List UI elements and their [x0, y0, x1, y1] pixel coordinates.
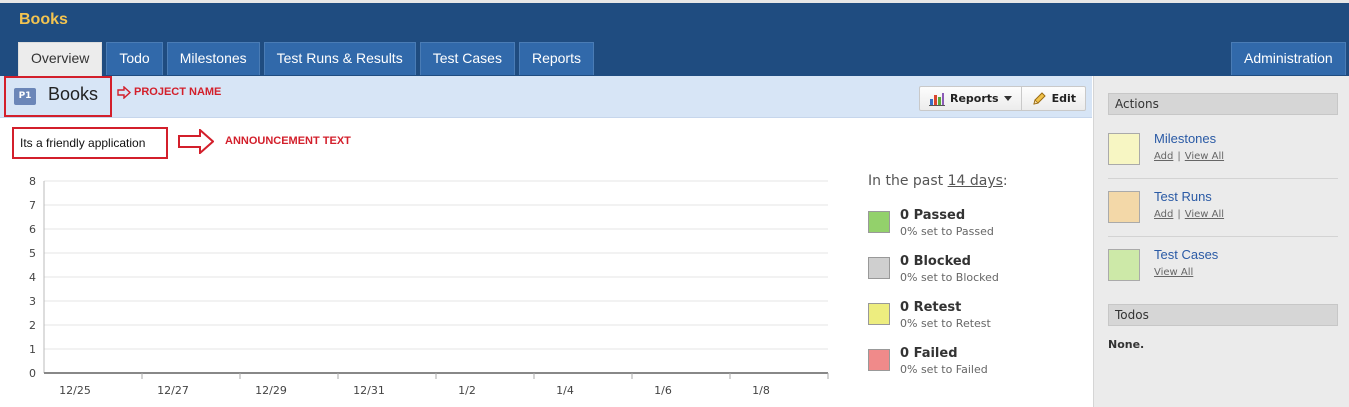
- legend-days-link[interactable]: 14 days: [948, 173, 1003, 189]
- y-tick-label: 6: [29, 223, 36, 236]
- legend-item-sub: 0% set to Blocked: [900, 271, 999, 284]
- status-swatch: [868, 349, 890, 371]
- reports-button-label: Reports: [950, 92, 999, 105]
- edit-button[interactable]: Edit: [1020, 87, 1085, 110]
- activity-chart: 0 1 2 3 4 5 6 7 8 12/25 12/27 12/29 12/31 1/2 1/4 1/6 1/…: [29, 175, 829, 397]
- test-runs-add-link[interactable]: Add: [1154, 209, 1173, 220]
- project-badge: P1: [14, 88, 36, 105]
- todos-empty-text: None.: [1108, 338, 1145, 351]
- app-title[interactable]: Books: [19, 11, 68, 29]
- test-runs-links: Add | View All: [1154, 209, 1224, 220]
- legend-item-sub: 0% set to Passed: [900, 225, 994, 238]
- y-tick-label: 7: [29, 199, 36, 212]
- milestones-swatch: [1108, 133, 1140, 165]
- status-swatch: [868, 211, 890, 233]
- sidebar: Actions Milestones Add | View All Test Run…: [1093, 76, 1349, 407]
- legend-item-sub: 0% set to Failed: [900, 363, 988, 376]
- legend-item-blocked: 0 Blocked 0% set to Blocked: [868, 254, 1068, 297]
- test-cases-view-all-link[interactable]: View All: [1154, 267, 1193, 278]
- reports-button[interactable]: Reports: [920, 87, 1021, 110]
- x-tick-label: 12/27: [157, 384, 189, 397]
- announcement-text: Its a friendly application: [20, 136, 146, 150]
- status-swatch: [868, 303, 890, 325]
- legend-item-title: 0 Blocked: [900, 254, 971, 269]
- bar-chart-icon: [929, 92, 945, 106]
- test-cases-swatch: [1108, 249, 1140, 281]
- link-separator: |: [1177, 151, 1181, 162]
- top-header: Books Overview Todo Milestones Test Runs…: [0, 0, 1349, 76]
- link-separator: |: [1177, 209, 1181, 220]
- legend-heading-suffix: :: [1002, 173, 1008, 189]
- legend-item-title: 0 Retest: [900, 300, 962, 315]
- x-tick-label: 12/25: [59, 384, 91, 397]
- tab-reports[interactable]: Reports: [518, 42, 594, 75]
- tab-milestones[interactable]: Milestones: [166, 42, 260, 75]
- legend-item-title: 0 Passed: [900, 208, 966, 223]
- milestones-add-link[interactable]: Add: [1154, 151, 1173, 162]
- y-tick-label: 3: [29, 295, 36, 308]
- test-runs-view-all-link[interactable]: View All: [1185, 209, 1224, 220]
- legend-item-retest: 0 Retest 0% set to Retest: [868, 300, 1068, 343]
- todos-heading: Todos: [1108, 304, 1338, 326]
- test-runs-swatch: [1108, 191, 1140, 223]
- test-cases-link[interactable]: Test Cases: [1154, 247, 1218, 262]
- legend-item-sub: 0% set to Retest: [900, 317, 991, 330]
- x-tick-label: 12/31: [353, 384, 385, 397]
- sidebar-item-test-runs: Test Runs Add | View All: [1108, 189, 1338, 249]
- x-tick-label: 1/6: [654, 384, 672, 397]
- chevron-down-icon: [1003, 96, 1012, 101]
- x-tick-label: 12/29: [255, 384, 287, 397]
- test-cases-links: View All: [1154, 267, 1193, 278]
- y-tick-label: 5: [29, 247, 36, 260]
- annotation-arrow-large-icon: [178, 129, 214, 154]
- project-bar: P1 Books PROJECT NAME Reports Edit: [0, 76, 1092, 118]
- annotation-arrow-icon: [117, 86, 131, 99]
- y-tick-label: 4: [29, 271, 36, 284]
- sidebar-item-test-cases: Test Cases View All: [1108, 247, 1338, 307]
- edit-button-label: Edit: [1051, 92, 1077, 105]
- y-tick-label: 2: [29, 319, 36, 332]
- tab-overview[interactable]: Overview: [18, 42, 103, 76]
- x-tick-label: 1/2: [458, 384, 476, 397]
- y-tick-label: 8: [29, 175, 36, 188]
- legend-item-passed: 0 Passed 0% set to Passed: [868, 208, 1068, 251]
- project-name-annotation: PROJECT NAME: [134, 86, 222, 98]
- announcement-annotation: ANNOUNCEMENT TEXT: [225, 135, 351, 147]
- status-swatch: [868, 257, 890, 279]
- sidebar-divider: [1108, 178, 1338, 179]
- pencil-icon: [1032, 91, 1046, 105]
- legend-item-failed: 0 Failed 0% set to Failed: [868, 346, 1068, 389]
- legend-item-title: 0 Failed: [900, 346, 958, 361]
- announcement-highlight: Its a friendly application: [12, 127, 168, 159]
- y-tick-label: 1: [29, 343, 36, 356]
- x-tick-label: 1/8: [752, 384, 770, 397]
- test-runs-link[interactable]: Test Runs: [1154, 189, 1212, 204]
- x-tick-label: 1/4: [556, 384, 574, 397]
- sidebar-item-milestones: Milestones Add | View All: [1108, 131, 1338, 191]
- milestones-view-all-link[interactable]: View All: [1185, 151, 1224, 162]
- actions-heading: Actions: [1108, 93, 1338, 115]
- y-tick-label: 0: [29, 367, 36, 380]
- main-tabs: Overview Todo Milestones Test Runs & Res…: [18, 42, 594, 76]
- tab-todo[interactable]: Todo: [106, 42, 163, 75]
- legend-heading-prefix: In the past: [868, 173, 944, 189]
- milestones-link[interactable]: Milestones: [1154, 131, 1216, 146]
- sidebar-divider: [1108, 236, 1338, 237]
- tab-test-runs-results[interactable]: Test Runs & Results: [263, 42, 416, 75]
- legend-heading: In the past 14 days:: [868, 173, 1008, 189]
- tab-administration[interactable]: Administration: [1231, 42, 1346, 75]
- project-name: Books: [48, 84, 99, 104]
- tab-test-cases[interactable]: Test Cases: [419, 42, 515, 75]
- project-toolbar: Reports Edit: [919, 86, 1087, 111]
- milestones-links: Add | View All: [1154, 151, 1224, 162]
